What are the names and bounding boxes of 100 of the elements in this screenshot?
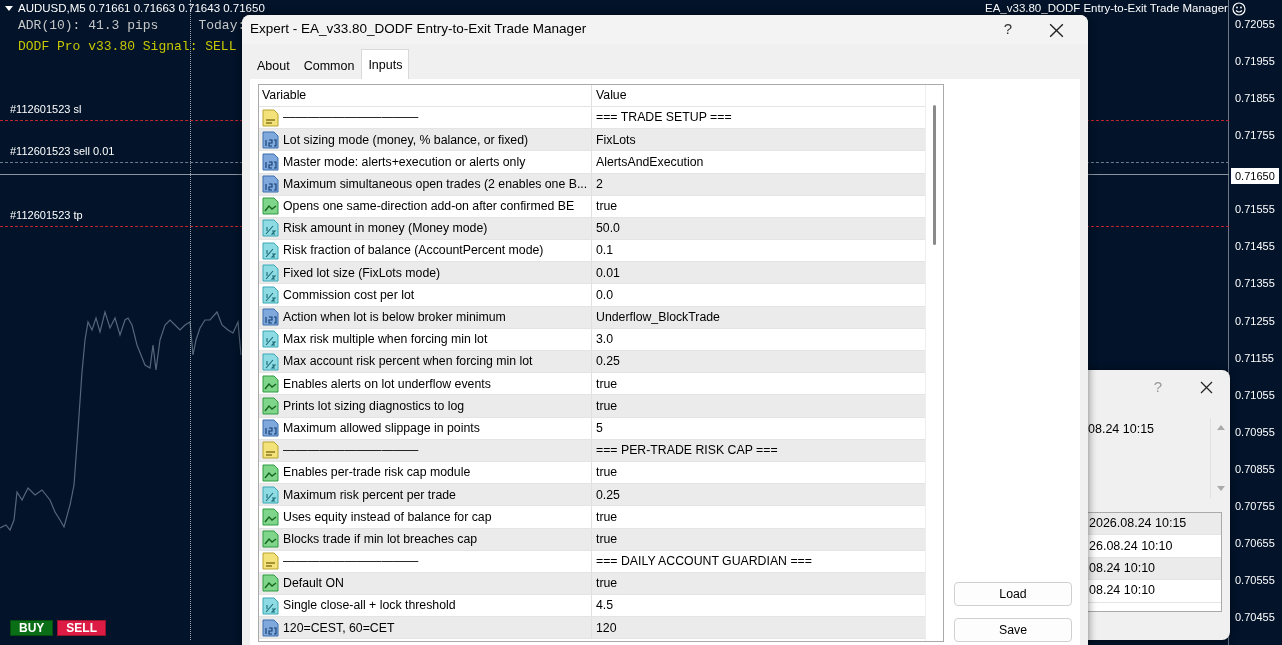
parameter-name: Max account risk percent when forcing min lot: [283, 353, 533, 371]
scroll-up-icon[interactable]: [1216, 424, 1225, 430]
parameter-name: Prints lot sizing diagnostics to log: [283, 397, 465, 415]
order-label: #112601523 sell 0.01: [10, 143, 115, 159]
window-title: Expert - EA_v33.80_DODF Entry-to-Exit Trade Manager: [250, 20, 588, 39]
parameter-value[interactable]: Underflow_BlockTrade: [592, 308, 720, 327]
integer-type-icon: [262, 130, 279, 149]
integer-type-icon: [262, 308, 279, 327]
decimal-type-icon: [262, 286, 279, 305]
sell-button[interactable]: SELL: [57, 620, 106, 636]
price-axis-label: 0.70955: [1234, 424, 1276, 440]
close-icon[interactable]: [1199, 381, 1213, 395]
price-axis-label: 0.71155: [1234, 350, 1275, 366]
toggle-type-icon: [262, 197, 279, 216]
price-axis-label: 0.70655: [1234, 535, 1276, 551]
decimal-type-icon: [262, 352, 279, 371]
price-axis-label: 0.72055: [1234, 17, 1276, 32]
scroll-down-icon[interactable]: [1216, 486, 1225, 492]
parameter-value[interactable]: true: [592, 574, 618, 593]
smiley-icon: [1231, 1, 1246, 16]
parameter-value[interactable]: true: [592, 197, 618, 216]
price-axis-label: 0.71055: [1234, 387, 1276, 403]
parameter-name: ———————————: [283, 109, 419, 127]
parameter-value[interactable]: 0.25: [592, 352, 620, 371]
expert-name-text: EA_v33.80_DODF Entry-to-Exit Trade Manager: [985, 1, 1228, 16]
scrollbar-thumb[interactable]: [933, 104, 936, 245]
price-axis-label: 0.71455: [1234, 239, 1276, 255]
parameter-name: Risk fraction of balance (AccountPercent mode): [283, 242, 544, 260]
parameter-value[interactable]: 0.0: [592, 285, 614, 305]
parameter-value[interactable]: FixLots: [592, 130, 636, 149]
text-type-icon: [262, 552, 279, 571]
price-axis-label: 0.71555: [1234, 202, 1276, 218]
parameter-value[interactable]: 0.25: [592, 485, 620, 504]
parameter-name: Commission cost per lot: [283, 286, 415, 304]
adr-text: ADR(10): 41.3 pips: [18, 17, 159, 35]
parameter-name: Enables per-trade risk cap module: [283, 464, 471, 482]
save-button[interactable]: Save: [954, 617, 1072, 642]
parameter-name: ———————————: [283, 553, 419, 571]
toggle-type-icon: [262, 374, 279, 393]
parameter-name: 120=CEST, 60=CET: [283, 619, 395, 637]
price-axis-label: 0.70455: [1234, 610, 1276, 625]
parameter-value[interactable]: true: [592, 529, 618, 549]
decimal-type-icon: [262, 596, 279, 615]
load-button[interactable]: Load: [954, 581, 1072, 606]
parameter-name: Maximum risk percent per trade: [283, 486, 456, 504]
parameter-name: Risk amount in money (Money mode): [283, 220, 488, 238]
current-price-label: 0.71650: [1231, 168, 1279, 185]
parameter-value[interactable]: 3.0: [592, 330, 614, 349]
integer-type-icon: [262, 419, 279, 438]
price-axis-label: 0.71255: [1234, 313, 1276, 329]
price-axis-label: 0.71955: [1234, 54, 1276, 70]
parameter-name: Master mode: alerts+execution or alerts only: [283, 153, 526, 171]
order-label: #112601523 sl: [10, 101, 82, 117]
price-axis-label: 0.71855: [1234, 91, 1276, 107]
parameter-value[interactable]: 0.1: [592, 241, 614, 260]
order-label: #112601523 tp: [10, 207, 83, 223]
parameter-value[interactable]: true: [592, 507, 618, 527]
parameter-name: Maximum simultaneous open trades (2 enables one B...: [283, 175, 588, 193]
parameter-name: Max risk multiple when forcing min lot: [283, 331, 488, 349]
parameter-value[interactable]: 0.01: [592, 263, 620, 283]
decimal-type-icon: [262, 485, 279, 504]
integer-type-icon: [262, 175, 279, 194]
parameter-value[interactable]: 5: [592, 418, 603, 438]
parameter-value[interactable]: 4.5: [592, 596, 614, 615]
price-axis-label: 0.70855: [1234, 461, 1276, 477]
parameter-name: Uses equity instead of balance for cap: [283, 508, 492, 526]
decimal-type-icon: [262, 241, 279, 260]
toggle-type-icon: [262, 574, 279, 593]
buy-button[interactable]: BUY: [10, 620, 54, 636]
toggle-type-icon: [262, 530, 279, 549]
parameter-value[interactable]: 2: [592, 174, 603, 194]
parameter-name: Fixed lot size (FixLots mode): [283, 264, 441, 282]
integer-type-icon: [262, 152, 279, 171]
table-cell: 2026.08.24 10:15: [1085, 513, 1221, 536]
parameter-name: Maximum allowed slippage in points: [283, 419, 480, 437]
parameter-value[interactable]: true: [592, 463, 618, 482]
text-type-icon: [262, 441, 279, 460]
parameter-value[interactable]: AlertsAndExecution: [592, 152, 704, 172]
close-icon[interactable]: [1048, 22, 1064, 38]
parameter-name: Action when lot is below broker minimum: [283, 309, 506, 326]
today-text: Today:: [198, 17, 246, 35]
price-axis-label: 0.71355: [1234, 276, 1276, 292]
parameter-name: Lot sizing mode (money, % balance, or fixed): [283, 131, 529, 149]
toggle-type-icon: [262, 507, 279, 526]
integer-type-icon: [262, 618, 279, 637]
field-text: 08.24 10:15: [1087, 421, 1156, 438]
parameter-value[interactable]: === DAILY ACCOUNT GUARDIAN ===: [592, 552, 812, 571]
text-type-icon: [262, 108, 279, 127]
decimal-type-icon: [262, 330, 279, 349]
column-header: Variable: [262, 87, 307, 105]
parameter-value[interactable]: === PER-TRADE RISK CAP ===: [592, 441, 778, 460]
parameter-value[interactable]: === TRADE SETUP ===: [592, 108, 732, 127]
tab[interactable]: Inputs: [361, 49, 410, 79]
parameter-value[interactable]: true: [592, 396, 618, 416]
parameter-value[interactable]: 120: [592, 618, 617, 638]
parameter-value[interactable]: 50.0: [592, 219, 620, 238]
parameter-name: Blocks trade if min lot breaches cap: [283, 530, 478, 548]
help-button[interactable]: ?: [984, 18, 1032, 41]
toggle-type-icon: [262, 463, 279, 482]
parameter-value[interactable]: true: [592, 374, 618, 393]
